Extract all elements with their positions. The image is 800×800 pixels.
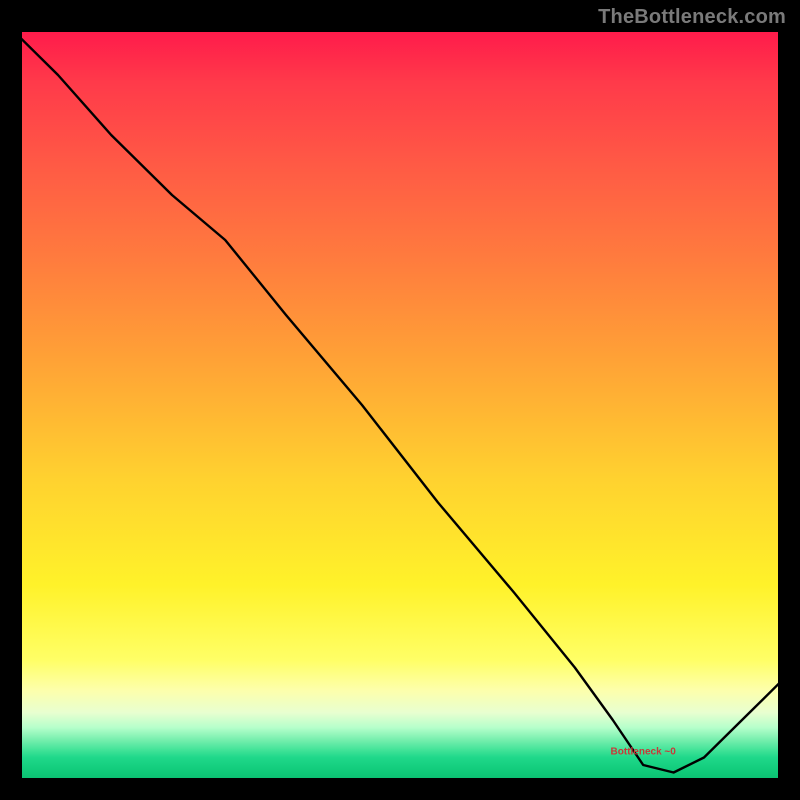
watermark-text: TheBottleneck.com [598,6,786,29]
plot-area: Bottleneck ~0 [20,30,780,780]
chart-container: TheBottleneck.com Bottleneck ~0 [0,0,800,800]
background-gradient [20,30,780,780]
annotation-bottleneck-zero: Bottleneck ~0 [611,747,676,758]
